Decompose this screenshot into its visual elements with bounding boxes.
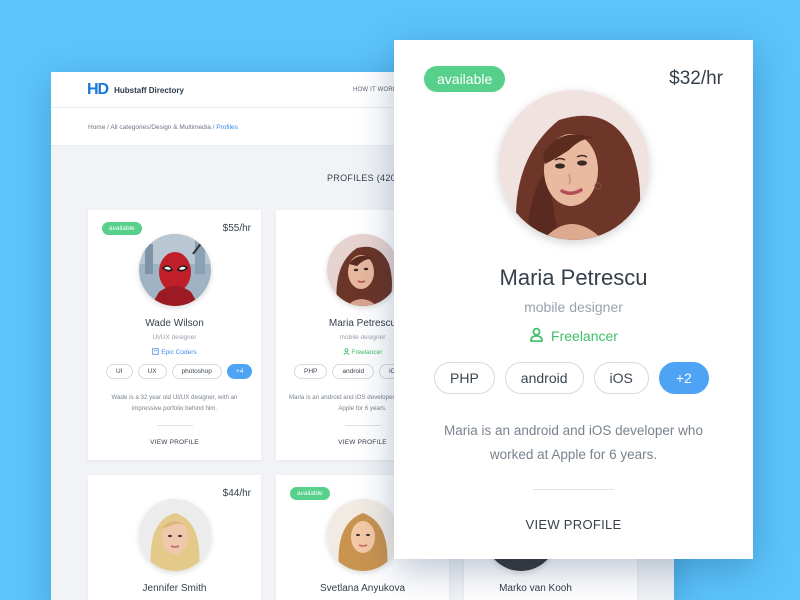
company-line: Epic Coders <box>88 348 261 357</box>
divider <box>344 425 381 426</box>
skill-tag[interactable]: android <box>504 362 584 394</box>
breadcrumb-path[interactable]: Home / All categories/Design & Multimedi… <box>88 124 216 131</box>
nav-how-it-works[interactable]: HOW IT WORK <box>353 87 397 93</box>
skill-tag[interactable]: UI <box>106 364 133 379</box>
profile-name: Maria Petrescu <box>499 265 648 290</box>
profile-role: UI/UX designer <box>152 334 197 341</box>
skill-tags: PHP android iOS +2 <box>434 362 709 394</box>
avatar <box>326 234 399 306</box>
more-skills-button[interactable]: +2 <box>658 362 709 394</box>
avatar <box>138 234 211 306</box>
company-name[interactable]: Epic Coders <box>161 349 196 356</box>
skill-tag[interactable]: iOS <box>593 362 649 394</box>
more-skills-button[interactable]: +4 <box>226 364 253 379</box>
divider <box>533 489 614 490</box>
skill-tag[interactable]: PHP <box>434 362 495 394</box>
skill-tag[interactable]: photoshop <box>171 364 222 379</box>
profile-name[interactable]: Marko van Kooh <box>434 583 637 594</box>
logo[interactable]: HD Hubstaff Directory <box>87 81 184 98</box>
view-profile-link[interactable]: VIEW PROFILE <box>88 439 261 446</box>
available-badge: available <box>290 487 330 500</box>
employment-type: Freelancer <box>351 349 383 357</box>
avatar <box>138 499 211 571</box>
available-badge: available <box>102 222 142 235</box>
avatar <box>326 499 399 571</box>
divider <box>156 425 193 426</box>
hourly-rate: $44/hr <box>222 488 251 499</box>
skill-tag[interactable]: android <box>332 364 375 379</box>
freelancer-line: Freelancer <box>394 327 753 345</box>
logo-icon: HD <box>87 81 109 98</box>
profile-name[interactable]: Jennifer Smith <box>88 583 261 594</box>
skill-tags: UI UX photoshop +4 <box>106 364 253 379</box>
app-name: Hubstaff Directory <box>114 85 184 95</box>
profile-name[interactable]: Wade Wilson <box>88 318 261 329</box>
skill-tag[interactable]: UX <box>137 364 167 379</box>
skill-tags: PHP android iOS <box>294 364 410 379</box>
avatar <box>499 90 649 240</box>
view-profile-button[interactable]: VIEW PROFILE <box>394 517 753 532</box>
profile-name[interactable]: Svetlana Anyukova <box>276 583 449 594</box>
profile-card-wade[interactable]: available $55/hr Wade Wilson UI/UX desig… <box>88 210 261 460</box>
user-icon <box>342 348 350 357</box>
hourly-rate: $32/hr <box>669 68 723 89</box>
profile-role: mobile designer <box>524 299 623 315</box>
profile-card-jennifer[interactable]: $44/hr Jennifer Smith <box>88 475 261 600</box>
breadcrumb-current: Profiles <box>216 124 238 131</box>
hourly-rate: $55/hr <box>222 223 251 234</box>
building-icon <box>152 348 160 357</box>
profile-detail-card: available $32/hr Maria Petrescu mobile d… <box>394 40 753 559</box>
profile-description: Maria is an android and iOS developer wh… <box>444 423 703 462</box>
employment-type: Freelancer <box>551 328 618 344</box>
available-badge: available <box>424 66 506 92</box>
profiles-count-heading: PROFILES (420 <box>327 173 396 183</box>
profile-description: Wade is a 32 year old UI/UX designer, wi… <box>111 394 238 412</box>
user-icon <box>529 327 544 345</box>
skill-tag[interactable]: PHP <box>294 364 328 379</box>
